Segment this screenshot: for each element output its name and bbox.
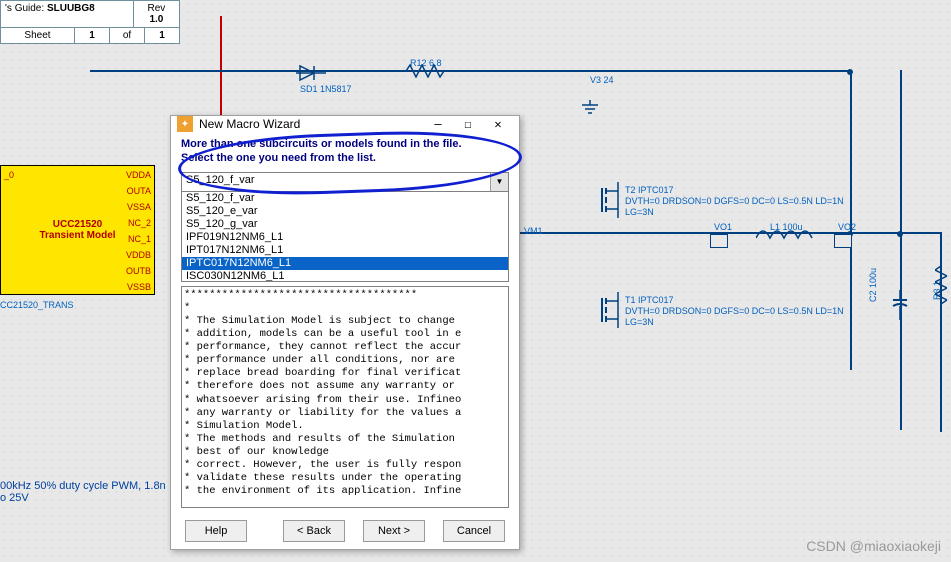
macro-wizard-dialog: ✦ New Macro Wizard — ☐ ✕ More than one s… <box>170 115 520 550</box>
label-vm1: VM1 <box>524 226 543 236</box>
guide-label: 's Guide: <box>5 3 44 14</box>
model-description[interactable]: ************************************* * … <box>181 286 509 508</box>
of-label: of <box>110 28 145 43</box>
help-button[interactable]: Help <box>185 520 247 542</box>
mosfet-icon <box>598 292 622 328</box>
voltmeter-vo2 <box>834 234 852 248</box>
label-vo2: VO2 <box>838 222 856 232</box>
list-item[interactable]: S5_120_e_var <box>182 205 508 218</box>
wire <box>850 70 852 370</box>
maximize-button[interactable]: ☐ <box>453 117 483 131</box>
app-icon: ✦ <box>177 116 193 132</box>
next-button[interactable]: Next > <box>363 520 425 542</box>
sheet-total: 1 <box>159 30 165 41</box>
label-t1-lg: LG=3N <box>625 317 654 327</box>
model-select-combo[interactable]: S5_120_f_var ▼ <box>181 172 509 192</box>
combo-selected: S5_120_f_var <box>186 174 255 186</box>
ic-pin-outb: OUTB <box>126 266 151 276</box>
note-l2: o 25V <box>0 492 29 504</box>
dialog-message-2: Select the one you need from the list. <box>181 152 376 164</box>
list-item[interactable]: IPTC017N12NM6_L1 <box>182 257 508 270</box>
chevron-down-icon[interactable]: ▼ <box>490 173 508 191</box>
ic-name: UCC21520 <box>53 219 102 230</box>
resistor-icon <box>935 260 947 310</box>
ic-pin-nc2: NC_2 <box>128 218 151 228</box>
list-item[interactable]: S5_120_g_var <box>182 218 508 231</box>
ic-pin-vssa: VSSA <box>127 202 151 212</box>
node <box>847 69 853 75</box>
model-listbox[interactable]: S5_120_f_varS5_120_e_varS5_120_g_varIPF0… <box>181 192 509 282</box>
label-sd1: SD1 1N5817 <box>300 84 352 94</box>
node <box>897 231 903 237</box>
dialog-titlebar[interactable]: ✦ New Macro Wizard — ☐ ✕ <box>171 116 519 132</box>
label-t2: T2 IPTC017 <box>625 185 674 195</box>
ground-icon <box>580 100 600 116</box>
ic-pin-left: _0 <box>4 170 14 180</box>
dialog-title: New Macro Wizard <box>199 117 300 131</box>
list-item[interactable]: ISC030N12NM6_L1 <box>182 270 508 282</box>
minimize-button[interactable]: — <box>423 117 453 131</box>
back-button[interactable]: < Back <box>283 520 345 542</box>
label-t1-params: DVTH=0 DRDSON=0 DGFS=0 DC=0 LS=0.5N LD=1… <box>625 306 865 316</box>
ic-pin-vssb: VSSB <box>127 282 151 292</box>
watermark: CSDN @miaoxiaokeji <box>806 538 941 554</box>
label-v3: V3 24 <box>590 75 614 85</box>
ic-refdes: CC21520_TRANS <box>0 300 74 310</box>
list-item[interactable]: IPF019N12NM6_L1 <box>182 231 508 244</box>
dialog-message-1: More than one subcircuits or models foun… <box>181 138 462 150</box>
label-vo1: VO1 <box>714 222 732 232</box>
label-c2: C2 100u <box>868 268 878 302</box>
label-t2-params: DVTH=0 DRDSON=0 DGFS=0 DC=0 LS=0.5N LD=1… <box>625 196 865 206</box>
list-item[interactable]: S5_120_f_var <box>182 192 508 205</box>
ic-pin-vdda: VDDA <box>126 170 151 180</box>
capacitor-icon <box>892 290 908 320</box>
wire <box>900 70 902 430</box>
list-item[interactable]: IPT017N12NM6_L1 <box>182 244 508 257</box>
rev-value: 1.0 <box>149 14 163 25</box>
wire <box>90 70 850 72</box>
ic-pin-outa: OUTA <box>127 186 151 196</box>
note-text: 00kHz 50% duty cycle PWM, 1.8n o 25V <box>0 480 166 504</box>
label-t1: T1 IPTC017 <box>625 295 674 305</box>
close-button[interactable]: ✕ <box>483 117 513 131</box>
ic-pin-nc1: NC_1 <box>128 234 151 244</box>
sheet-label: Sheet <box>1 28 75 43</box>
voltmeter-vo1 <box>710 234 728 248</box>
ic-model: Transient Model <box>39 230 115 241</box>
guide-value: SLUUBG8 <box>47 3 95 14</box>
title-block: 's Guide: SLUUBG8 Rev1.0 Sheet 1 of 1 <box>0 0 180 44</box>
cancel-button[interactable]: Cancel <box>443 520 505 542</box>
note-l1: 00kHz 50% duty cycle PWM, 1.8n <box>0 480 166 492</box>
inductor-icon <box>756 228 816 242</box>
ic-block[interactable]: UCC21520 Transient Model _0 VDDA OUTA VS… <box>0 165 155 295</box>
rev-label: Rev <box>148 3 166 14</box>
diode-icon <box>296 64 326 82</box>
ic-pin-vddb: VDDB <box>126 250 151 260</box>
mosfet-icon <box>598 182 622 218</box>
sheet-num: 1 <box>89 30 95 41</box>
label-t2-lg: LG=3N <box>625 207 654 217</box>
resistor-icon <box>400 64 450 78</box>
